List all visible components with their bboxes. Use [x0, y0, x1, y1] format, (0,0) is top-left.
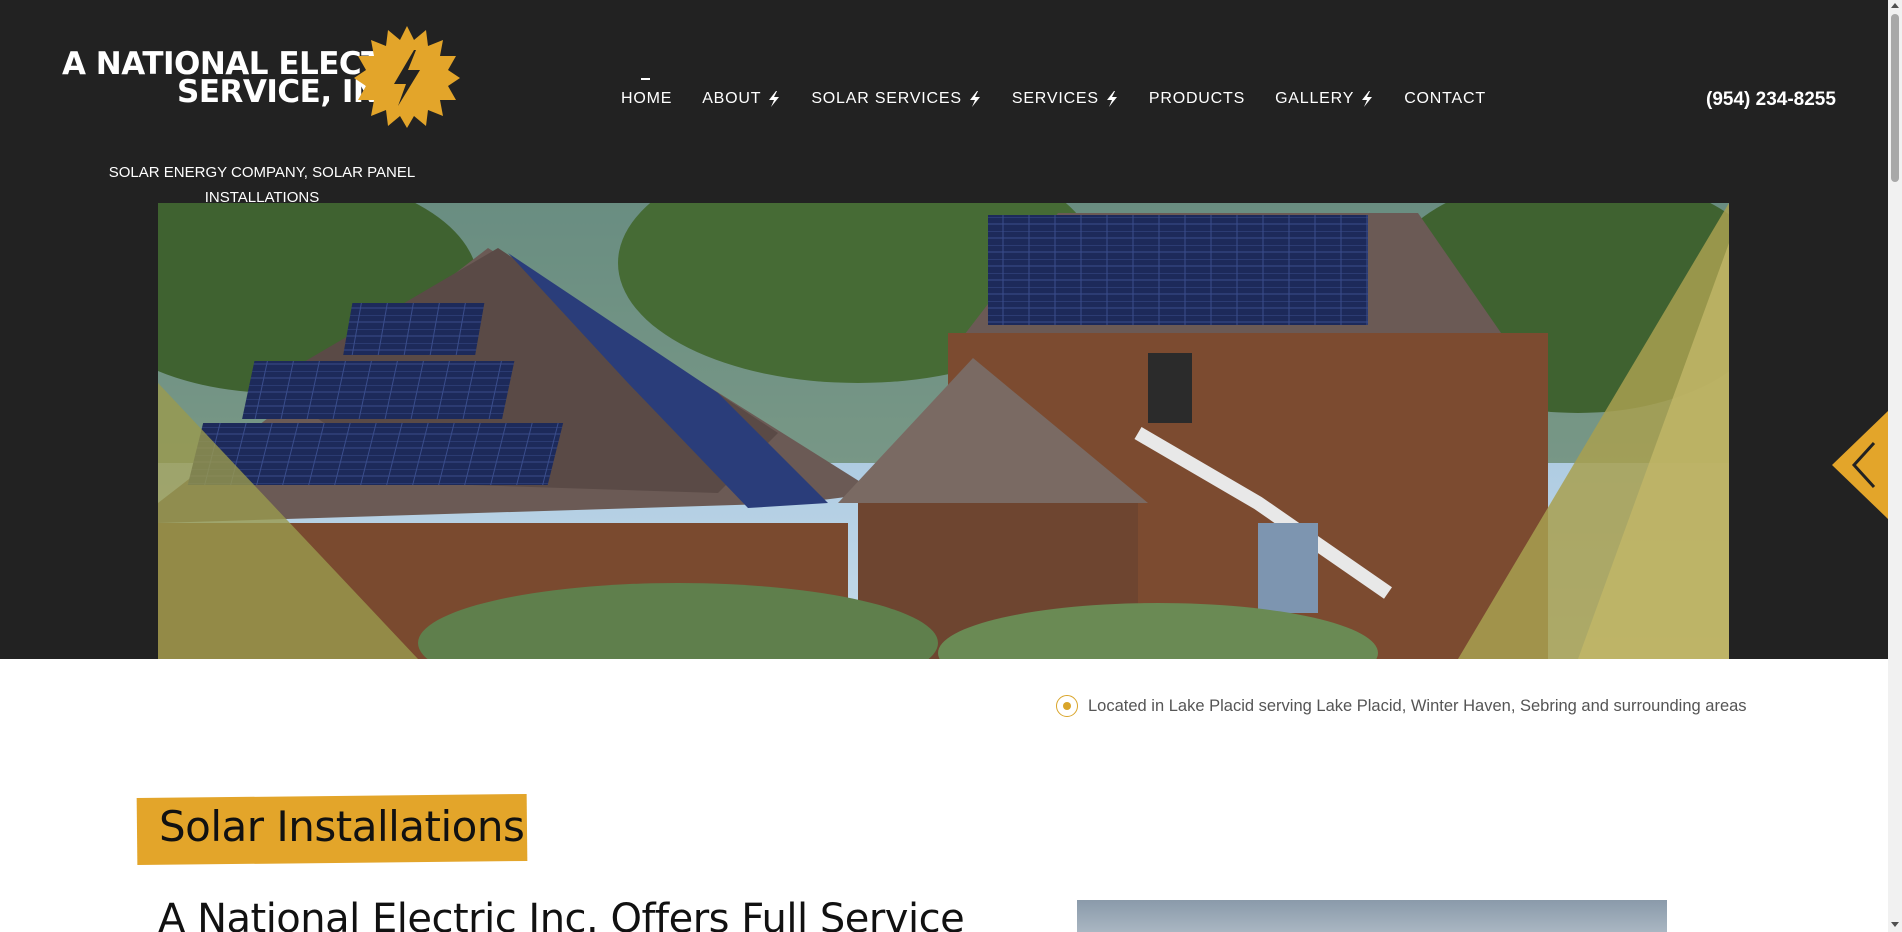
nav-item-about[interactable]: ABOUT — [702, 90, 781, 108]
scroll-down-arrow-icon[interactable] — [1891, 922, 1899, 927]
nav-item-services[interactable]: SERVICES — [1012, 90, 1119, 108]
nav-item-label: SERVICES — [1011, 90, 1099, 107]
section-headline: A National Electric Inc. Offers Full Ser… — [158, 896, 965, 932]
nav-item-solar-services[interactable]: SOLAR SERVICES — [811, 90, 982, 108]
content-image — [1077, 900, 1667, 932]
scroll-up-arrow-icon[interactable] — [1891, 3, 1899, 8]
nav-item-label: ABOUT — [702, 90, 762, 107]
phone-link[interactable]: (954) 234-8255 — [1706, 89, 1836, 111]
nav-item-contact[interactable]: CONTACT — [1404, 90, 1486, 108]
sunburst-bolt-icon — [354, 26, 460, 128]
hero-solar-house-illustration — [158, 203, 1729, 659]
lightning-bolt-icon — [1362, 91, 1373, 107]
location-text: Located in Lake Placid serving Lake Plac… — [1088, 696, 1747, 715]
nav-item-label: SOLAR SERVICES — [811, 90, 962, 107]
location-dot-icon — [1056, 695, 1078, 717]
nav-item-home[interactable]: HOME — [621, 78, 673, 108]
nav-item-label: CONTACT — [1404, 90, 1486, 107]
lightning-bolt-icon — [1106, 91, 1117, 107]
nav-item-label: PRODUCTS — [1148, 90, 1246, 107]
nav-item-products[interactable]: PRODUCTS — [1149, 90, 1245, 108]
section-title: Solar Installations — [159, 802, 525, 851]
hero-image — [158, 203, 1729, 659]
slider-prev-button[interactable] — [1832, 411, 1888, 519]
site-header: A NATIONAL ELECTRIC SERVICE, INC. SOLAR … — [0, 0, 1888, 659]
active-indicator — [641, 78, 650, 80]
lightning-bolt-icon — [969, 91, 980, 107]
nav-item-label: GALLERY — [1275, 90, 1355, 107]
main-nav: HOME ABOUT SOLAR SERVICES SERVICES PRODU… — [621, 78, 1486, 108]
location-info: Located in Lake Placid serving Lake Plac… — [1056, 695, 1747, 717]
scroll-thumb[interactable] — [1891, 14, 1899, 182]
nav-item-gallery[interactable]: GALLERY — [1275, 90, 1374, 108]
nav-item-label: HOME — [621, 90, 673, 107]
lightning-bolt-icon — [769, 91, 780, 107]
scrollbar[interactable] — [1888, 0, 1902, 932]
